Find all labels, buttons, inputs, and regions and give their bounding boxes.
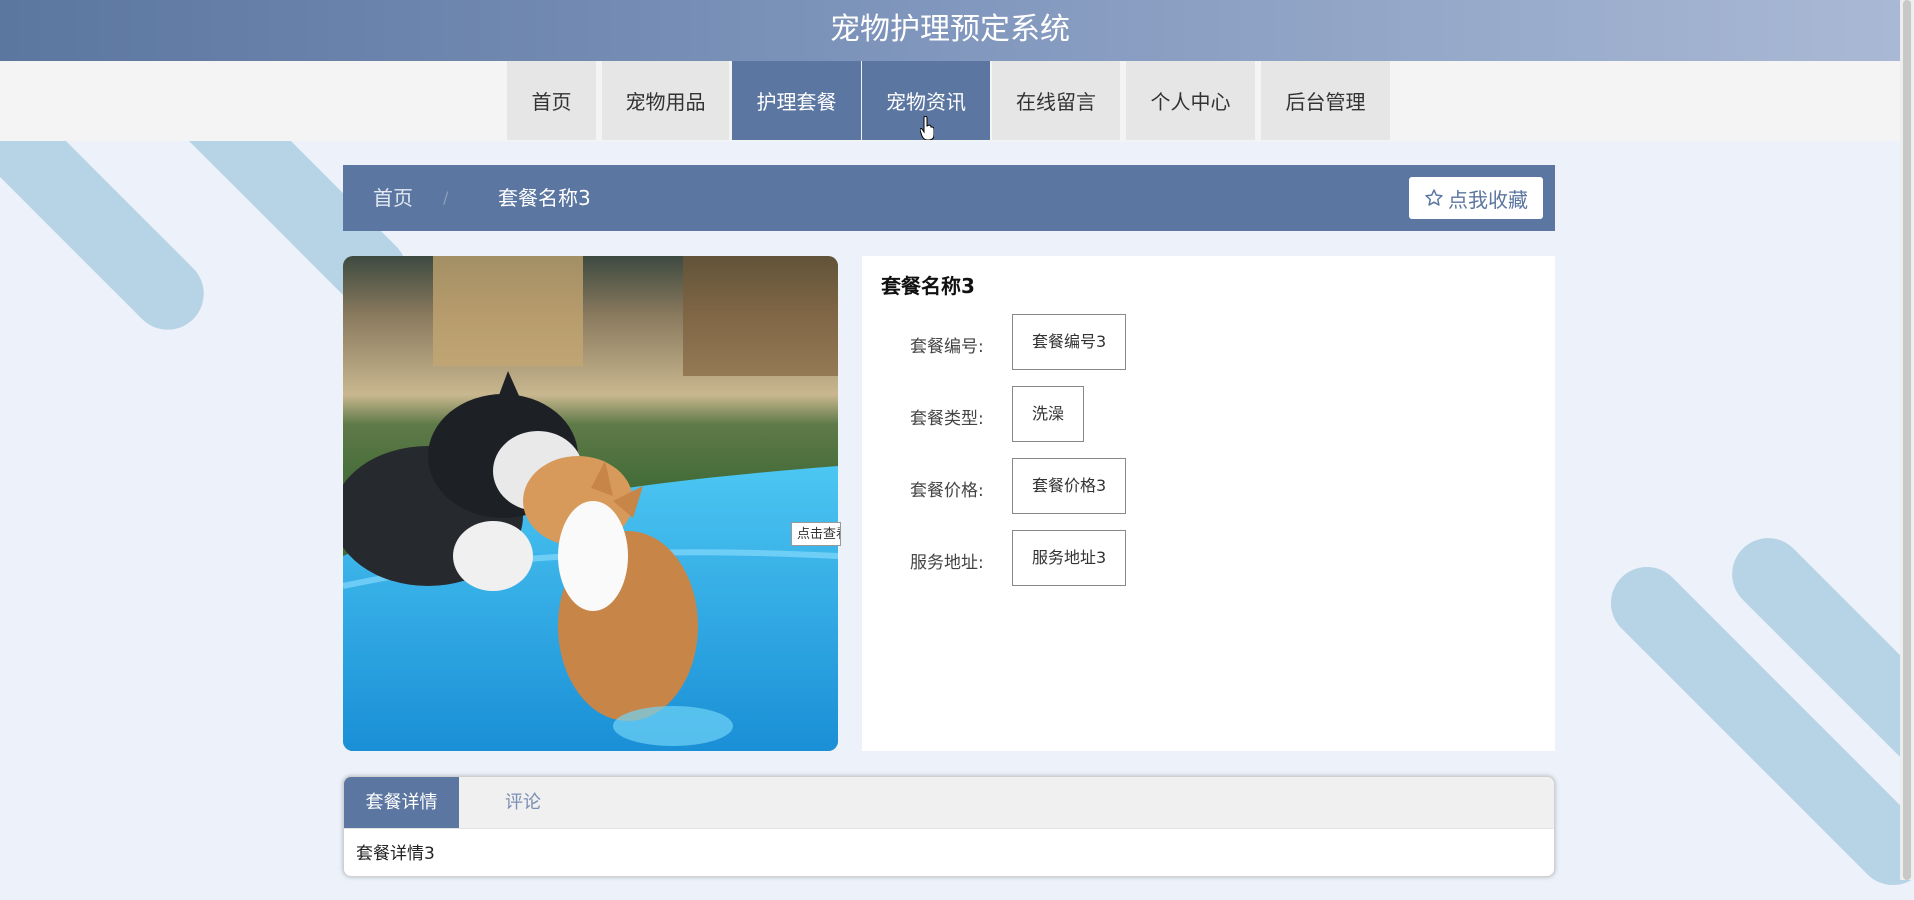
tab-content: 套餐详情3 xyxy=(356,844,435,864)
field-label-package-number: 套餐编号: xyxy=(910,337,984,357)
star-outline-icon xyxy=(1425,189,1443,206)
nav-item-personal-center[interactable]: 个人中心 xyxy=(1126,61,1255,140)
nav-item-care-packages[interactable]: 护理套餐 xyxy=(732,61,861,140)
breadcrumb-home-link[interactable]: 首页 xyxy=(373,165,413,231)
breadcrumb-separator: / xyxy=(443,188,449,207)
nav-item-messages[interactable]: 在线留言 xyxy=(992,61,1120,140)
scrollbar-thumb[interactable] xyxy=(1903,0,1911,880)
tab-package-details[interactable]: 套餐详情 xyxy=(344,777,459,828)
field-value-package-type: 洗澡 xyxy=(1012,386,1085,442)
breadcrumb: 首页 / 套餐名称3 点我收藏 xyxy=(343,165,1555,231)
favorite-button[interactable]: 点我收藏 xyxy=(1409,177,1543,219)
dogs-in-pool-image xyxy=(343,256,838,751)
nav-item-admin[interactable]: 后台管理 xyxy=(1261,61,1390,140)
tab-bar: 套餐详情 评论 xyxy=(344,777,1554,829)
site-header: 宠物护理预定系统 xyxy=(0,0,1900,61)
nav-item-pet-supplies[interactable]: 宠物用品 xyxy=(602,61,729,140)
detail-tabs: 套餐详情 评论 套餐详情3 xyxy=(343,776,1555,877)
field-value-package-price: 套餐价格3 xyxy=(1012,458,1127,514)
field-value-service-address: 服务地址3 xyxy=(1012,530,1127,586)
page-scrollbar[interactable] xyxy=(1900,0,1914,880)
hand-cursor-icon xyxy=(920,116,934,140)
nav-item-home[interactable]: 首页 xyxy=(507,61,596,140)
package-info-panel: 套餐名称3 套餐编号: 套餐编号3 套餐类型: 洗澡 套餐价格: 套餐价格3 服… xyxy=(862,256,1555,751)
image-tooltip: 点击查看大图 xyxy=(791,522,841,546)
tab-comments[interactable]: 评论 xyxy=(459,777,587,828)
field-label-package-price: 套餐价格: xyxy=(910,481,984,501)
field-value-package-number: 套餐编号3 xyxy=(1012,314,1127,370)
package-title: 套餐名称3 xyxy=(881,274,975,298)
package-image[interactable] xyxy=(343,256,838,751)
favorite-button-label: 点我收藏 xyxy=(1448,187,1528,212)
breadcrumb-current: 套餐名称3 xyxy=(498,186,591,210)
field-label-service-address: 服务地址: xyxy=(910,553,984,573)
site-title: 宠物护理预定系统 xyxy=(830,12,1070,47)
field-label-package-type: 套餐类型: xyxy=(910,409,984,429)
